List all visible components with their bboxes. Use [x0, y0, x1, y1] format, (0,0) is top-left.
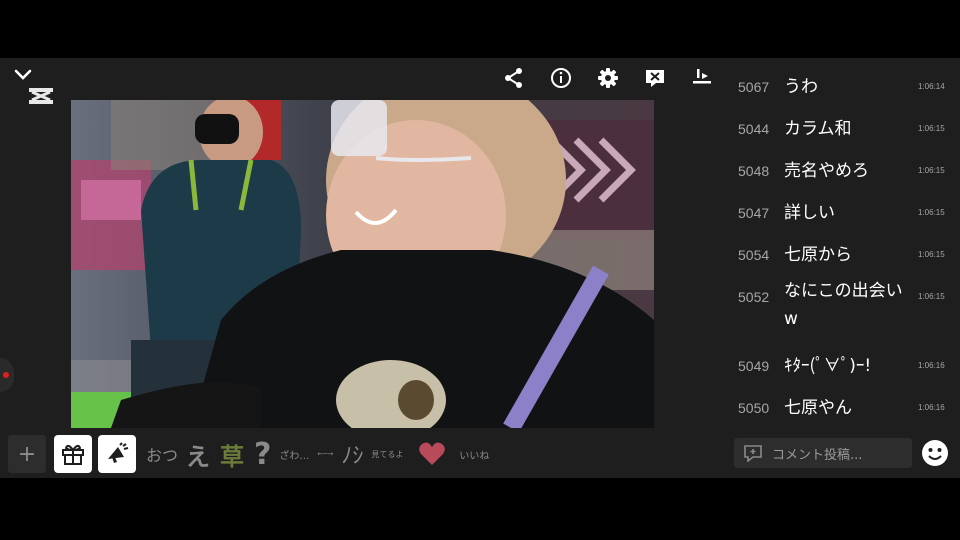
live-player: 5067 うわ 1:06:14 5044 カラム和 1:06:15 5048 売…	[0, 58, 960, 478]
comment-time: 1:06:16	[918, 403, 945, 412]
info-icon	[551, 68, 571, 88]
stamp-miteru[interactable]: 見てるよ	[371, 449, 403, 460]
comment-number: 5048	[738, 163, 770, 179]
info-button[interactable]	[545, 62, 577, 94]
comment-time: 1:06:15	[918, 292, 945, 301]
comment-toggle-button[interactable]	[639, 62, 671, 94]
comment-number: 5050	[738, 400, 770, 416]
letterbox-top	[0, 0, 960, 58]
comment-text: なにこの出会いw	[784, 281, 903, 329]
stamp-noshi[interactable]: ﾉｼ	[341, 438, 363, 470]
comment-number: 5044	[738, 121, 770, 137]
settings-button[interactable]	[592, 62, 624, 94]
comment-time: 1:06:15	[918, 208, 945, 217]
megaphone-icon	[108, 442, 129, 463]
comment-text: 七原やん	[784, 398, 852, 418]
heart-button[interactable]	[417, 439, 447, 469]
comment-number: 5049	[738, 358, 770, 374]
comment-list: 5067 うわ 1:06:14 5044 カラム和 1:06:15 5048 売…	[732, 66, 952, 422]
comment-number: 5047	[738, 205, 770, 221]
comment-number: 5054	[738, 247, 770, 263]
gear-icon	[598, 68, 618, 88]
emoji-button[interactable]	[920, 438, 950, 468]
toolbar-adjust-icon	[693, 69, 711, 84]
comment-compose-icon	[742, 444, 764, 462]
stamp-question[interactable]: ?	[254, 437, 271, 472]
comment-time: 1:06:15	[918, 250, 945, 259]
heart-icon	[419, 442, 446, 465]
comment-input-placeholder: コメント投稿...	[772, 447, 863, 463]
stamp-kusa[interactable]: 草	[220, 437, 244, 472]
comment-time: 1:06:15	[918, 124, 945, 133]
comment-number: 5052	[738, 289, 770, 305]
comment-time: 1:06:15	[918, 166, 945, 175]
adjust-button[interactable]	[686, 62, 718, 94]
player-toolbar	[498, 62, 718, 94]
stamp-e[interactable]: え	[186, 437, 210, 472]
collapse-button[interactable]	[12, 66, 34, 84]
comment-time: 1:06:16	[918, 361, 945, 370]
stamp-iine[interactable]: いいね	[459, 447, 489, 462]
gift-icon	[62, 444, 84, 465]
comment-text: うわ	[784, 77, 818, 97]
comment-time: 1:06:14	[918, 82, 945, 91]
share-icon	[505, 68, 522, 88]
comment-text: ｷﾀｰ(ﾟ∀ﾟ)ｰ!	[784, 356, 872, 376]
app-logo	[26, 84, 56, 108]
add-button[interactable]: +	[8, 435, 46, 473]
comment-text: 七原から	[784, 245, 852, 265]
gift-button[interactable]	[54, 435, 92, 473]
letterbox-bottom	[0, 478, 960, 540]
comment-number: 5067	[738, 79, 770, 95]
smiley-icon	[922, 440, 948, 466]
comment-text: カラム和	[784, 119, 852, 139]
live-indicator	[0, 358, 14, 392]
video-frame[interactable]	[71, 100, 654, 428]
comment-off-icon	[646, 70, 664, 87]
comment-text: 詳しい	[784, 203, 835, 223]
stamp-zawa[interactable]: ざわ…	[279, 447, 309, 462]
ad-button[interactable]	[98, 435, 136, 473]
comment-text: 売名やめろ	[784, 161, 869, 181]
quick-comment-bar: + おつ え 草 ? ざわ… ←─→ ﾉｼ 見てるよ いいね	[0, 432, 718, 476]
comment-input[interactable]: コメント投稿...	[734, 438, 912, 468]
chevron-down-icon	[14, 69, 32, 80]
share-button[interactable]	[498, 62, 530, 94]
stamp-otsu[interactable]: おつ	[146, 442, 178, 466]
stamp-arrow[interactable]: ←─→	[317, 450, 333, 458]
